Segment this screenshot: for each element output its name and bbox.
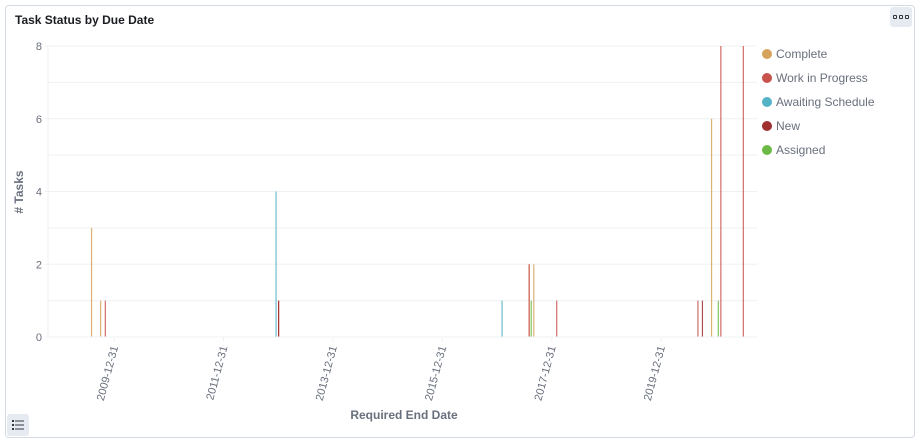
bar[interactable] — [528, 264, 530, 337]
bar[interactable] — [104, 300, 106, 337]
bar[interactable] — [100, 300, 102, 337]
y-tick-label: 0 — [36, 332, 42, 344]
legend-label: Work in Progress — [776, 71, 868, 85]
y-tick-label: 4 — [36, 187, 42, 199]
x-tick-label: 2019-12-31 — [642, 345, 668, 402]
bar[interactable] — [697, 300, 699, 337]
bar[interactable] — [533, 264, 535, 337]
bar[interactable] — [90, 227, 93, 337]
axes: 0 2 4 6 8 2009-12-31 2011-12-31 2013-12-31 2015-… — [36, 41, 757, 402]
legend-color-swatch — [762, 49, 772, 59]
legend-label: New — [776, 119, 801, 133]
bar[interactable] — [556, 300, 558, 337]
bar[interactable] — [701, 300, 704, 337]
legend-label: Awaiting Schedule — [776, 95, 875, 109]
bar[interactable] — [717, 300, 719, 337]
x-tick-label: 2013-12-31 — [314, 345, 340, 402]
legend-item[interactable]: Awaiting Schedule — [762, 90, 875, 114]
x-axis-label: Required End Date — [350, 408, 458, 422]
x-tick-label: 2017-12-31 — [533, 345, 559, 402]
y-tick-label: 8 — [36, 41, 42, 53]
legend-color-swatch — [762, 97, 772, 107]
bar[interactable] — [530, 300, 532, 337]
legend-label: Complete — [776, 47, 828, 61]
x-tick-label: 2015-12-31 — [423, 345, 449, 402]
legend: Complete Work in Progress Awaiting Schedul… — [762, 42, 875, 162]
legend-item[interactable]: Assigned — [762, 138, 875, 162]
x-tick-label: 2011-12-31 — [204, 345, 230, 402]
bar[interactable] — [710, 118, 713, 337]
bar[interactable] — [277, 300, 280, 337]
y-tick-label: 6 — [36, 114, 42, 126]
bar[interactable] — [742, 46, 744, 337]
bar[interactable] — [720, 46, 722, 337]
legend-color-swatch — [762, 121, 772, 131]
legend-label: Assigned — [776, 143, 826, 157]
x-tick-label: 2009-12-31 — [95, 345, 121, 402]
grid-lines — [48, 45, 757, 338]
legend-item[interactable]: New — [762, 114, 875, 138]
legend-color-swatch — [762, 145, 772, 155]
bar[interactable] — [275, 191, 277, 338]
y-axis-label: # Tasks — [12, 170, 26, 213]
y-tick-label: 2 — [36, 259, 42, 271]
bar[interactable] — [501, 300, 503, 337]
legend-color-swatch — [762, 73, 772, 83]
legend-item[interactable]: Work in Progress — [762, 66, 875, 90]
legend-item[interactable]: Complete — [762, 42, 875, 66]
